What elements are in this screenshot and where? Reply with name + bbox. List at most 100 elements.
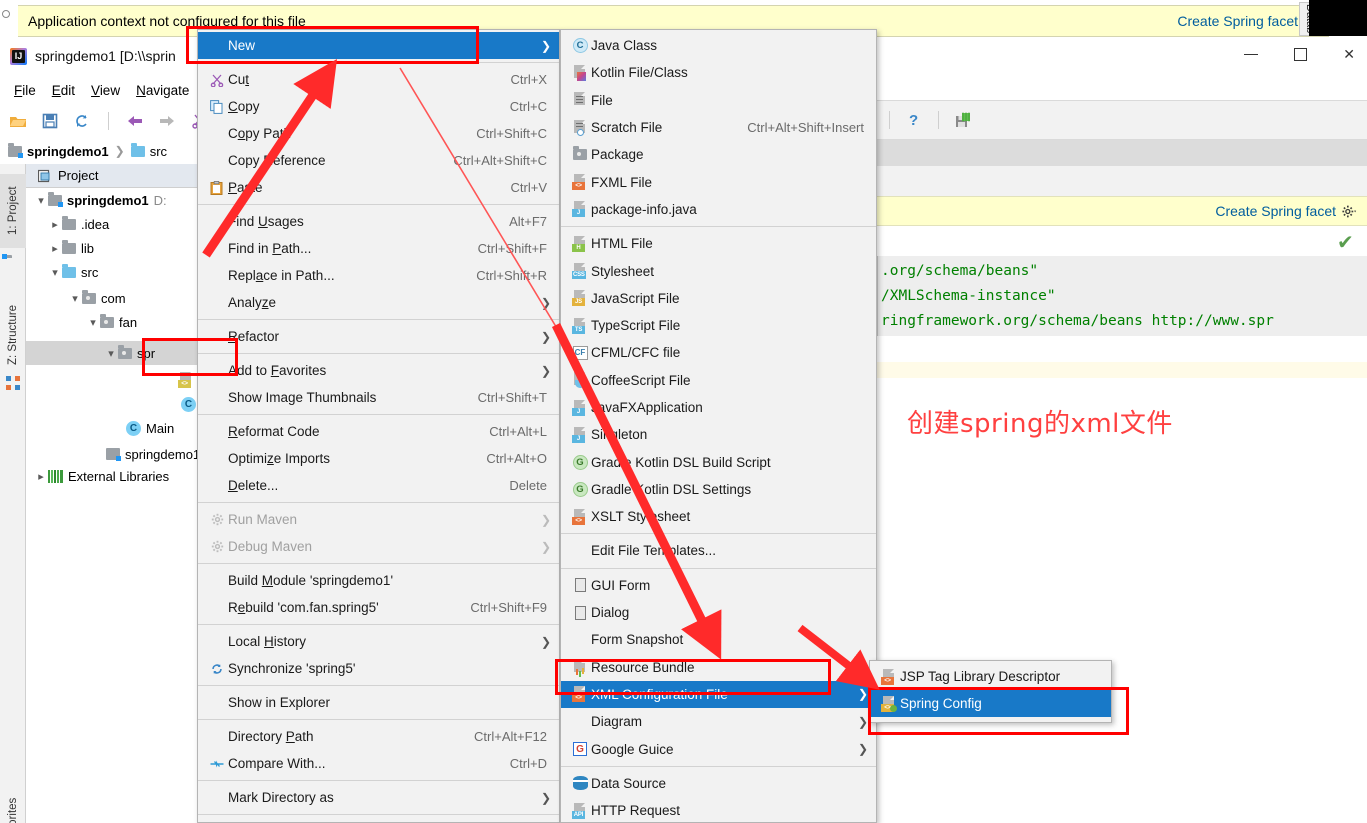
menu-item-diagrams[interactable]: Diagrams ❯ — [198, 818, 559, 823]
save-green-icon[interactable] — [953, 110, 973, 130]
menu-item-show-in-explorer[interactable]: Show in Explorer — [198, 689, 559, 716]
menu-item-cut[interactable]: Cut Ctrl+X — [198, 66, 559, 93]
menu-item-copy-path[interactable]: Copy Path Ctrl+Shift+C — [198, 120, 559, 147]
menu-item-local-history[interactable]: Local History ❯ — [198, 628, 559, 655]
submenu-item-gradle-settings[interactable]: G Gradle Kotlin DSL Settings — [561, 476, 876, 503]
submenu-item-file[interactable]: File — [561, 87, 876, 114]
tree-item-com[interactable]: ▾ com — [26, 286, 208, 310]
menu-item-add-to-favorites[interactable]: Add to Favorites ❯ — [198, 357, 559, 384]
submenu-item-spring-config[interactable]: <> Spring Config — [870, 690, 1111, 717]
submenu-item-html-file[interactable]: H HTML File — [561, 230, 876, 257]
submenu-item-scratch-file[interactable]: Scratch File Ctrl+Alt+Shift+Insert — [561, 114, 876, 141]
tree-item-external-libraries[interactable]: ▸ External Libraries — [26, 464, 208, 488]
submenu-item-gradle-build-script[interactable]: G Gradle Kotlin DSL Build Script — [561, 448, 876, 475]
menu-item-compare-with[interactable]: Compare With... Ctrl+D — [198, 750, 559, 777]
submenu-item-form-snapshot[interactable]: Form Snapshot — [561, 626, 876, 653]
submenu-item-kotlin-file[interactable]: Kotlin File/Class — [561, 59, 876, 86]
submenu-item-javascript-file[interactable]: JS JavaScript File — [561, 285, 876, 312]
question-mark-icon[interactable]: ? — [904, 110, 924, 130]
maximize-icon[interactable] — [1294, 48, 1308, 61]
create-spring-facet-link-editor[interactable]: Create Spring facet — [1215, 203, 1336, 219]
submenu-item-xslt-stylesheet[interactable]: <> XSLT Stylesheet — [561, 503, 876, 530]
editor-code-content[interactable]: .org/schema/beans" /XMLSchema-instance" … — [875, 256, 1367, 336]
tree-item-spring5[interactable]: ▾ spr — [26, 341, 208, 365]
submenu-item-jsp-tag-library-descriptor[interactable]: <> JSP Tag Library Descriptor — [870, 663, 1111, 690]
save-all-icon[interactable] — [40, 111, 60, 131]
menu-item-paste[interactable]: Paste Ctrl+V — [198, 174, 559, 201]
forward-arrow-icon[interactable] — [157, 111, 177, 131]
sync-icon[interactable] — [72, 111, 92, 131]
chevron-down-icon[interactable]: ▾ — [68, 292, 82, 305]
chevron-right-icon[interactable]: ▸ — [34, 470, 48, 483]
menu-item-optimize-imports[interactable]: Optimize Imports Ctrl+Alt+O — [198, 445, 559, 472]
submenu-item-stylesheet[interactable]: CSS Stylesheet — [561, 257, 876, 284]
submenu-item-cfml-file[interactable]: CF CFML/CFC file — [561, 339, 876, 366]
menu-item-delete[interactable]: Delete... Delete — [198, 472, 559, 499]
chevron-down-icon[interactable]: ▾ — [86, 316, 100, 329]
chevron-right-icon[interactable]: ▸ — [48, 242, 62, 255]
submenu-item-package-info[interactable]: J package-info.java — [561, 196, 876, 223]
breadcrumb-item-springdemo1[interactable]: springdemo1 — [8, 142, 109, 159]
menu-item-build-module[interactable]: Build Module 'springdemo1' — [198, 567, 559, 594]
tree-item-main[interactable]: C Main — [26, 416, 208, 440]
tree-item-idea[interactable]: ▸ .idea — [26, 212, 208, 236]
submenu-item-http-request[interactable]: API HTTP Request — [561, 797, 876, 823]
minimize-icon[interactable] — [1244, 54, 1259, 55]
tree-item-fan[interactable]: ▾ fan — [26, 310, 208, 334]
back-arrow-icon[interactable] — [125, 111, 145, 131]
sidebar-tab-favorites[interactable]: Favorites — [0, 784, 26, 823]
submenu-item-coffeescript-file[interactable]: CoffeeScript File — [561, 367, 876, 394]
menu-item-synchronize[interactable]: Synchronize 'spring5' — [198, 655, 559, 682]
menu-item-mark-directory-as[interactable]: Mark Directory as ❯ — [198, 784, 559, 811]
tree-item-springdemo1[interactable]: ▾ springdemo1 D: — [26, 188, 208, 212]
chevron-down-icon[interactable]: ▾ — [104, 347, 118, 360]
menu-edit[interactable]: Edit — [44, 81, 83, 100]
submenu-item-google-guice[interactable]: G Google Guice ❯ — [561, 735, 876, 762]
xml-configuration-submenu[interactable]: <> JSP Tag Library Descriptor <> Spring … — [869, 660, 1112, 723]
breadcrumb-item-src[interactable]: src — [130, 142, 167, 159]
chevron-down-icon[interactable]: ▾ — [34, 194, 48, 207]
submenu-item-package[interactable]: Package — [561, 141, 876, 168]
menu-item-directory-path[interactable]: Directory Path Ctrl+Alt+F12 — [198, 723, 559, 750]
sidebar-tab-structure[interactable]: Z: Structure — [0, 290, 26, 380]
menu-item-rebuild[interactable]: Rebuild 'com.fan.spring5' Ctrl+Shift+F9 — [198, 594, 559, 621]
tree-item-lib[interactable]: ▸ lib — [26, 236, 208, 260]
submenu-item-dialog[interactable]: Dialog — [561, 599, 876, 626]
menu-navigate[interactable]: Navigate — [128, 81, 197, 100]
tree-item-java-class[interactable]: C — [26, 392, 208, 416]
menu-item-reformat-code[interactable]: Reformat Code Ctrl+Alt+L — [198, 418, 559, 445]
submenu-item-javafx-application[interactable]: J JavaFXApplication — [561, 394, 876, 421]
tree-item-spring-xml[interactable]: <> — [26, 368, 208, 392]
tree-item-src[interactable]: ▾ src — [26, 260, 208, 284]
menu-item-find-in-path[interactable]: Find in Path... Ctrl+Shift+F — [198, 235, 559, 262]
submenu-item-data-source[interactable]: Data Source — [561, 770, 876, 797]
submenu-item-gui-form[interactable]: GUI Form — [561, 572, 876, 599]
submenu-item-resource-bundle[interactable]: Resource Bundle — [561, 654, 876, 681]
submenu-item-edit-file-templates[interactable]: Edit File Templates... — [561, 537, 876, 564]
menu-view[interactable]: View — [83, 81, 128, 100]
tree-item-springdemo1-module[interactable]: springdemo1 — [26, 442, 208, 466]
menu-item-analyze[interactable]: Analyze ❯ — [198, 289, 559, 316]
chevron-down-icon[interactable]: ▾ — [48, 266, 62, 279]
submenu-item-singleton[interactable]: J Singleton — [561, 421, 876, 448]
menu-item-new[interactable]: New ❯ — [198, 32, 559, 59]
new-submenu[interactable]: C Java Class Kotlin File/Class File Scra… — [560, 29, 877, 823]
gear-dropdown-icon[interactable] — [1342, 204, 1357, 219]
submenu-item-xml-configuration-file[interactable]: <> XML Configuration File ❯ — [561, 680, 876, 709]
menu-item-show-image-thumbnails[interactable]: Show Image Thumbnails Ctrl+Shift+T — [198, 384, 559, 411]
menu-item-find-usages[interactable]: Find Usages Alt+F7 — [198, 208, 559, 235]
open-folder-icon[interactable] — [8, 111, 28, 131]
menu-item-copy-reference[interactable]: Copy Reference Ctrl+Alt+Shift+C — [198, 147, 559, 174]
submenu-item-diagram[interactable]: Diagram ❯ — [561, 708, 876, 735]
close-icon[interactable]: ✕ — [1343, 46, 1355, 63]
submenu-item-typescript-file[interactable]: TS TypeScript File — [561, 312, 876, 339]
menu-item-refactor[interactable]: Refactor ❯ — [198, 323, 559, 350]
menu-item-copy[interactable]: Copy Ctrl+C — [198, 93, 559, 120]
menu-file[interactable]: File — [6, 81, 44, 100]
submenu-item-java-class[interactable]: C Java Class — [561, 32, 876, 59]
submenu-item-fxml-file[interactable]: <> FXML File — [561, 168, 876, 195]
menu-item-replace-in-path[interactable]: Replace in Path... Ctrl+Shift+R — [198, 262, 559, 289]
context-menu[interactable]: New ❯ Cut Ctrl+X Copy Ctrl+C Copy Path C… — [197, 29, 560, 823]
create-spring-facet-link[interactable]: Create Spring facet — [1177, 13, 1298, 29]
chevron-right-icon[interactable]: ▸ — [48, 218, 62, 231]
